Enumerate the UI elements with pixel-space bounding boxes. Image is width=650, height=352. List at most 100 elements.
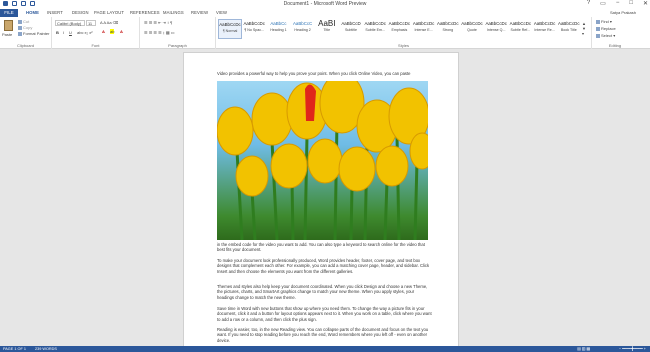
editing-label: Editing <box>608 43 622 48</box>
tulips-image[interactable] <box>217 81 428 240</box>
style-name: ¶ Normal <box>222 29 238 33</box>
tab-view[interactable]: VIEW <box>216 10 227 15</box>
strikethrough-button[interactable]: abc x₂ x² <box>77 30 93 35</box>
style-item[interactable]: AaBbCcDc Subtle Ref... <box>508 19 532 39</box>
cut-button[interactable]: Cut <box>18 19 29 24</box>
styles-group: AaBbCcDc ¶ Normal AaBbCcDc ¶ No Spac... AaBb… <box>216 17 592 49</box>
style-preview: AaBbCcDc <box>437 21 459 26</box>
paragraph-label: Paragraph <box>168 43 187 48</box>
styles-scroll-icon[interactable]: ▲ ▼ ▾ <box>582 21 586 36</box>
style-name: Title <box>323 28 331 32</box>
style-item[interactable]: AaBbCcDc Intense Re... <box>533 19 557 39</box>
paste-button[interactable]: Paste <box>2 32 12 37</box>
clipboard-label: Clipboard <box>16 43 35 48</box>
select-icon <box>596 33 600 38</box>
help-icon[interactable]: ? <box>587 0 590 7</box>
scissors-icon <box>18 19 22 24</box>
tab-page-layout[interactable]: PAGE LAYOUT <box>94 10 124 15</box>
font-size-select[interactable]: 11 <box>86 20 96 26</box>
maximize-icon[interactable]: □ <box>629 0 633 7</box>
style-preview: AaBbCcDc <box>364 21 386 26</box>
style-preview: AaBbCcDc <box>461 21 483 26</box>
window-title: Document1 - Microsoft Word Preview <box>283 1 367 7</box>
word-count[interactable]: 239 WORDS <box>35 347 57 351</box>
style-preview: AaBbCcDc <box>243 21 265 26</box>
paragraph-6[interactable]: Reading is easier, too, in the new Readi… <box>217 327 432 343</box>
search-icon <box>596 19 600 24</box>
style-preview: AaBbCcDc <box>509 21 532 26</box>
style-preview: AaBbCcD <box>341 21 361 26</box>
font-name-select[interactable]: Calibri (Body) <box>55 20 85 26</box>
replace-icon <box>596 26 600 31</box>
minimize-icon[interactable]: − <box>616 0 620 7</box>
copy-button[interactable]: Copy <box>18 25 32 30</box>
paragraph-2[interactable]: in the embed code for the video you want… <box>217 242 432 253</box>
style-name: Heading 2 <box>294 28 311 32</box>
style-name: Subtle Ref... <box>510 28 531 32</box>
paragraph-5[interactable]: Save time in Word with new buttons that … <box>217 306 432 322</box>
style-item[interactable]: AaBbCcDc Intense E... <box>412 19 436 39</box>
select-button[interactable]: Select ▾ <box>596 33 615 38</box>
tab-review[interactable]: REVIEW <box>191 10 208 15</box>
user-name[interactable]: Satya Prakash <box>610 10 636 15</box>
font-color-icon[interactable]: A <box>102 29 105 34</box>
style-item[interactable]: AaBbCcDc Quote <box>460 19 484 39</box>
paragraph-3[interactable]: To make your document look professionall… <box>217 258 432 274</box>
clipboard-group: Paste Cut Copy Format Painter Clipboard <box>0 17 52 49</box>
style-item[interactable]: AaBbCcDc Intense Q... <box>484 19 508 39</box>
tab-file[interactable]: FILE <box>0 9 18 17</box>
tab-mailings[interactable]: MAILINGS <box>163 10 184 15</box>
style-item[interactable]: AaBbCcDc Strong <box>436 19 460 39</box>
styles-label: Styles <box>398 43 409 48</box>
paste-icon[interactable] <box>4 20 13 31</box>
font-group: Calibri (Body) 11 A A Aa ⌫ B I U abc x₂ … <box>52 17 140 49</box>
underline-button[interactable]: U <box>69 30 72 35</box>
style-name: Quote <box>467 28 477 32</box>
style-item[interactable]: AaBI Title <box>315 19 339 39</box>
style-item[interactable]: AaBbCcC Heading 2 <box>291 19 315 39</box>
title-bar: Document1 - Microsoft Word Preview ? ▭ −… <box>0 0 650 9</box>
tulips-illustration <box>217 81 428 240</box>
style-item[interactable]: AaBbCcDc Book Title <box>557 19 581 39</box>
style-item[interactable]: AaBbCcD Subtitle <box>339 19 363 39</box>
grow-font-button[interactable]: A A Aa ⌫ <box>100 20 118 25</box>
tab-insert[interactable]: INSERT <box>47 10 63 15</box>
status-bar: PAGE 1 OF 1 239 WORDS ▤ ▥ ▦ − ━━━━╋━━━━ … <box>0 346 650 352</box>
window-controls: ? ▭ − □ ✕ <box>587 0 648 7</box>
close-icon[interactable]: ✕ <box>643 0 648 7</box>
style-item[interactable]: AaBbCcDc Emphasis <box>387 19 411 39</box>
style-item[interactable]: AaBbCcDc Subtle Em... <box>363 19 387 39</box>
paragraph-4[interactable]: Themes and styles also help keep your do… <box>217 284 432 300</box>
view-buttons[interactable]: ▤ ▥ ▦ <box>577 346 590 352</box>
document-page[interactable]: Video provides a powerful way to help yo… <box>183 52 459 352</box>
style-preview: AaBbCcC <box>292 21 313 26</box>
paragraph-group: ☰ ☰ ☰ ⇤ ⇥ ↕ ¶ ☰ ☰ ☰ ☰ ↨ ▦ ▭ Paragraph <box>140 17 216 49</box>
format-painter-button[interactable]: Format Painter <box>18 31 49 36</box>
find-button[interactable]: Find ▾ <box>596 19 612 24</box>
zoom-slider[interactable]: − ━━━━╋━━━━ + <box>619 346 646 352</box>
tab-references[interactable]: REFERENCES <box>130 10 160 15</box>
alignment-buttons[interactable]: ☰ ☰ ☰ ☰ ↨ ▦ ▭ <box>144 30 175 35</box>
ribbon-display-icon[interactable]: ▭ <box>600 0 606 7</box>
style-preview: AaBbCcDc <box>558 21 580 26</box>
tab-design[interactable]: DESIGN <box>72 10 89 15</box>
style-item[interactable]: AaBbCcDc ¶ Normal <box>218 19 242 39</box>
style-name: Strong <box>442 28 454 32</box>
style-name: Subtle Em... <box>365 28 385 32</box>
editing-group: Find ▾ Replace Select ▾ Editing <box>592 17 638 49</box>
italic-button[interactable]: I <box>63 30 64 35</box>
style-preview: AaBbCc <box>270 21 287 26</box>
highlight-icon[interactable]: ab <box>110 29 115 34</box>
style-name: Intense Re... <box>534 28 555 32</box>
text-effects-icon[interactable]: A <box>120 29 123 34</box>
page-count[interactable]: PAGE 1 OF 1 <box>3 347 26 351</box>
style-name: Heading 1 <box>270 28 287 32</box>
style-item[interactable]: AaBbCcDc ¶ No Spac... <box>242 19 266 39</box>
bold-button[interactable]: B <box>56 30 59 35</box>
list-buttons[interactable]: ☰ ☰ ☰ ⇤ ⇥ ↕ ¶ <box>144 20 172 25</box>
paragraph-1[interactable]: Video provides a powerful way to help yo… <box>217 71 432 76</box>
style-name: Subtitle <box>345 28 357 32</box>
replace-button[interactable]: Replace <box>596 26 616 31</box>
style-item[interactable]: AaBbCc Heading 1 <box>266 19 290 39</box>
tab-home[interactable]: HOME <box>26 10 39 15</box>
